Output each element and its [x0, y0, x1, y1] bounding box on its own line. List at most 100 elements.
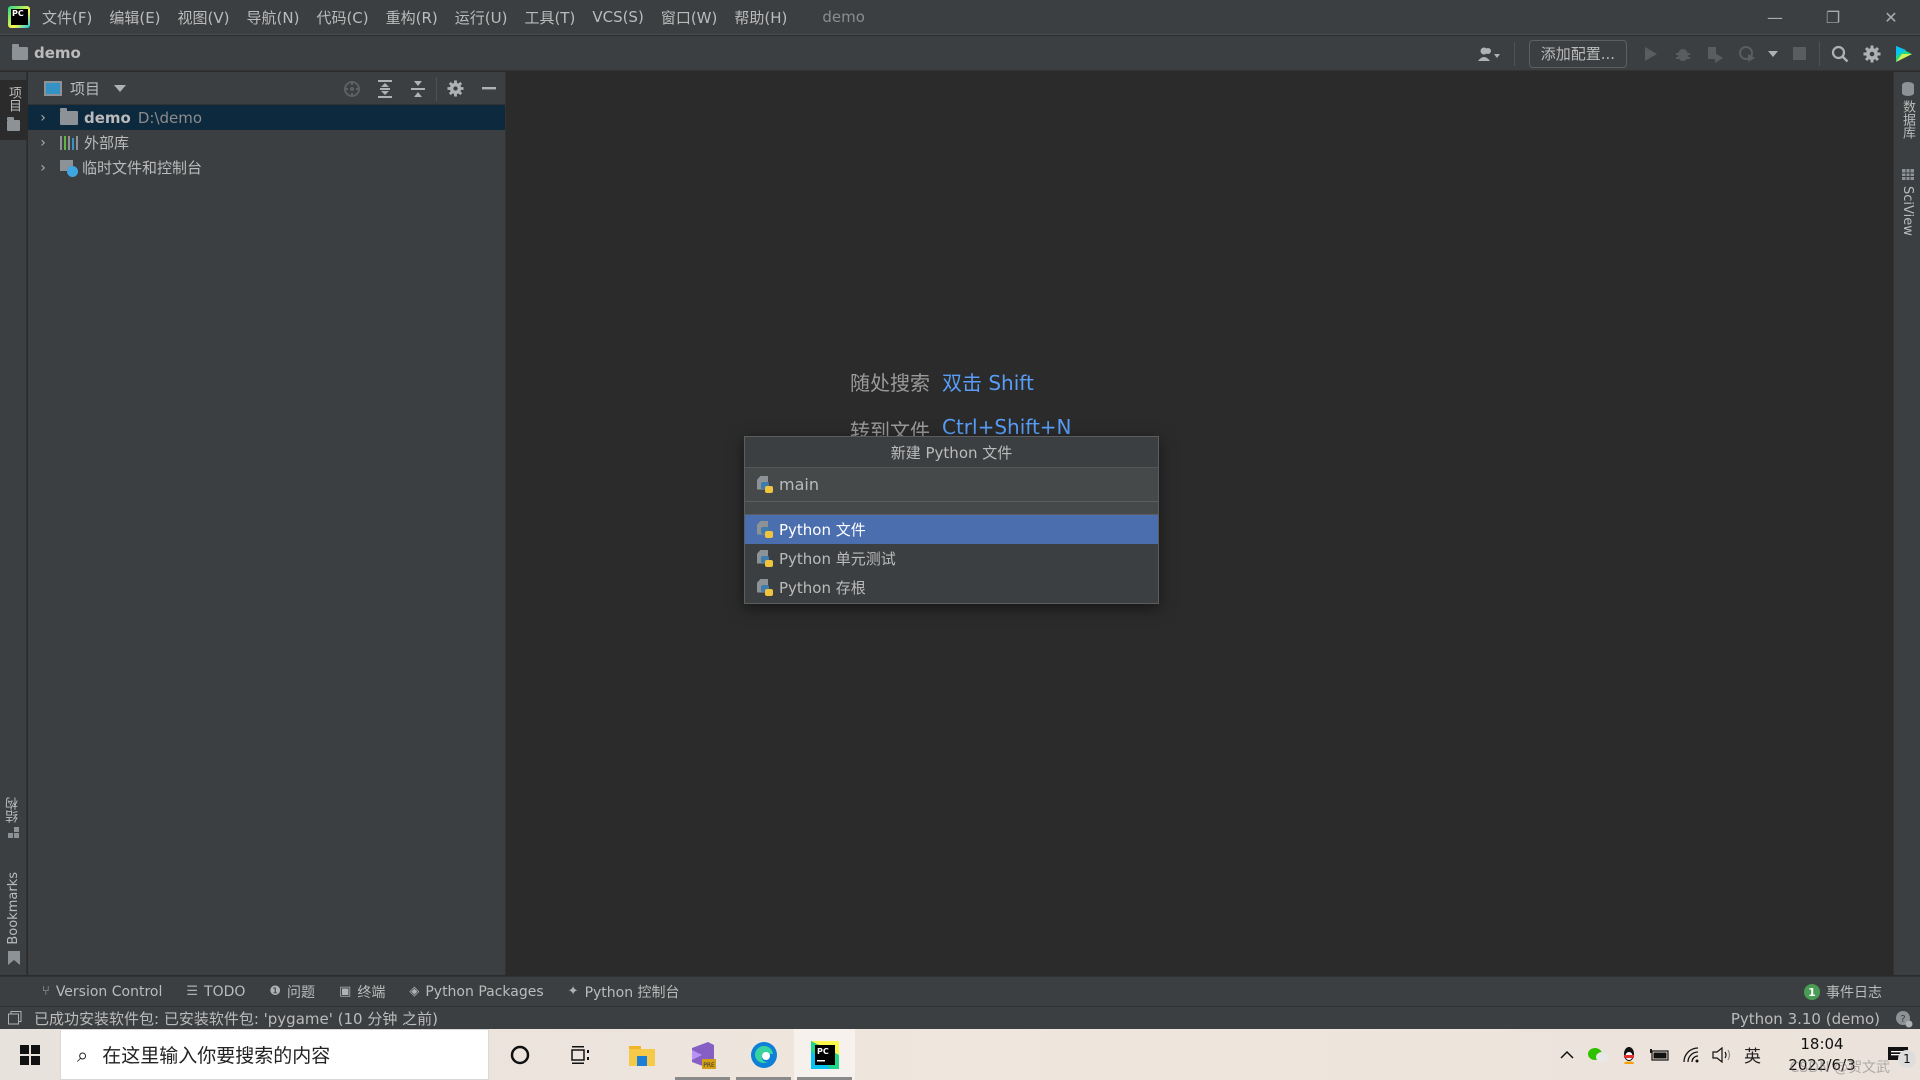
- debug-icon[interactable]: [1667, 36, 1699, 71]
- stop-icon[interactable]: [1783, 36, 1815, 71]
- hint-shortcut: 双击 Shift: [942, 371, 1034, 395]
- more-run-chevron-icon[interactable]: [1763, 36, 1783, 71]
- event-log-label: 事件日志: [1826, 985, 1882, 1001]
- hide-panel-icon[interactable]: [472, 72, 505, 105]
- title-bar: 文件(F) 编辑(E) 视图(V) 导航(N) 代码(C) 重构(R) 运行(U…: [0, 0, 1920, 35]
- tool-tab-database[interactable]: 数据库: [1894, 82, 1920, 152]
- taskbar-edge[interactable]: [733, 1029, 794, 1080]
- breadcrumb[interactable]: demo: [12, 43, 81, 62]
- tool-label: Python Packages: [425, 983, 544, 1000]
- toggle-tool-windows-icon[interactable]: [8, 1011, 22, 1025]
- python-file-icon: [757, 549, 773, 568]
- menu-code[interactable]: 代码(C): [316, 7, 368, 28]
- battery-icon[interactable]: [1644, 1048, 1675, 1061]
- option-python-unit-test[interactable]: Python 单元测试: [745, 544, 1158, 573]
- menu-edit[interactable]: 编辑(E): [109, 7, 160, 28]
- tool-label: 终端: [357, 984, 386, 1001]
- taskbar-search-box[interactable]: ⌕ 在这里输入你要搜索的内容: [60, 1029, 489, 1080]
- new-python-file-dialog: 新建 Python 文件 main Python 文件 Python 单元测试 …: [744, 436, 1159, 604]
- pycharm-icon: PC: [810, 1040, 839, 1069]
- wechat-icon[interactable]: [1582, 1047, 1613, 1063]
- tool-tab-sciview[interactable]: SciView: [1894, 169, 1920, 249]
- tool-python-packages[interactable]: ◈ Python Packages: [409, 984, 543, 1000]
- taskbar-search-placeholder: 在这里输入你要搜索的内容: [102, 1045, 331, 1067]
- wifi-icon[interactable]: [1675, 1046, 1706, 1063]
- project-panel: 项目 › demo D:\demo › 外部库 › 临时文件和控制台: [28, 72, 506, 975]
- vcs-branch-icon: ⑂: [42, 984, 50, 999]
- task-view-button[interactable]: [550, 1029, 611, 1080]
- option-python-stub[interactable]: Python 存根: [745, 573, 1158, 602]
- taskbar-pycharm[interactable]: PC: [794, 1029, 855, 1080]
- taskbar-file-explorer[interactable]: [611, 1029, 672, 1080]
- menu-refactor[interactable]: 重构(R): [386, 7, 438, 28]
- tool-todo[interactable]: ☰ TODO: [186, 984, 245, 1000]
- tool-tab-project[interactable]: 项目: [0, 80, 27, 140]
- menu-file[interactable]: 文件(F): [42, 7, 92, 28]
- search-icon[interactable]: [1824, 36, 1856, 71]
- user-icon[interactable]: [1470, 36, 1510, 71]
- profile-icon[interactable]: [1731, 36, 1763, 71]
- locate-icon[interactable]: [335, 72, 368, 105]
- tree-row-scratches[interactable]: › 临时文件和控制台: [28, 155, 505, 180]
- menu-run[interactable]: 运行(U): [455, 7, 508, 28]
- chevron-right-icon[interactable]: ›: [36, 135, 50, 151]
- menu-navigate[interactable]: 导航(N): [247, 7, 300, 28]
- tool-python-console[interactable]: ✦ Python 控制台: [568, 982, 680, 1002]
- list-icon: ☰: [186, 984, 199, 999]
- minimize-button[interactable]: —: [1746, 0, 1804, 35]
- close-button[interactable]: ✕: [1862, 0, 1920, 35]
- menu-vcs[interactable]: VCS(S): [592, 8, 643, 26]
- notification-count-badge: 1: [1898, 1049, 1916, 1068]
- start-button[interactable]: [0, 1029, 60, 1080]
- tool-problems[interactable]: ❶ 问题: [269, 982, 315, 1002]
- library-icon: [60, 135, 78, 150]
- tree-row-external-libraries[interactable]: › 外部库: [28, 130, 505, 155]
- collapse-all-icon[interactable]: [401, 72, 434, 105]
- volume-icon[interactable]: [1706, 1046, 1737, 1063]
- expand-all-icon[interactable]: [368, 72, 401, 105]
- run-icon[interactable]: [1635, 36, 1667, 71]
- file-name-value[interactable]: main: [779, 475, 819, 494]
- settings-icon[interactable]: [1856, 36, 1888, 71]
- restore-button[interactable]: ❐: [1804, 0, 1862, 35]
- chevron-right-icon[interactable]: ›: [36, 160, 50, 176]
- qq-icon[interactable]: [1613, 1046, 1644, 1064]
- chevron-right-icon[interactable]: ›: [36, 110, 50, 126]
- editor-area[interactable]: 随处搜索 双击 Shift 转到文件 Ctrl+Shift+N: [507, 72, 1893, 975]
- settings-icon[interactable]: [439, 72, 472, 105]
- interpreter-selector[interactable]: Python 3.10 (demo): [1731, 1010, 1880, 1028]
- tool-tab-structure[interactable]: 结构: [0, 797, 27, 857]
- menu-tools[interactable]: 工具(T): [524, 7, 575, 28]
- status-message[interactable]: 已成功安装软件包: 已安装软件包: 'pygame' (10 分钟 之前): [34, 1008, 438, 1029]
- tool-version-control[interactable]: ⑂ Version Control: [42, 984, 162, 1000]
- coverage-icon[interactable]: [1699, 36, 1731, 71]
- chevron-down-icon[interactable]: [114, 84, 127, 92]
- clock-time: 18:04: [1800, 1034, 1844, 1053]
- breadcrumb-project[interactable]: demo: [34, 44, 81, 62]
- file-name-input[interactable]: main: [745, 468, 1158, 502]
- tree-item-label: 外部库: [84, 134, 130, 152]
- tool-tab-sciview-label: SciView: [1900, 186, 1915, 236]
- visual-studio-icon: PRE: [691, 1041, 716, 1069]
- menu-help[interactable]: 帮助(H): [734, 7, 787, 28]
- add-configuration-button[interactable]: 添加配置...: [1528, 39, 1627, 68]
- menu-view[interactable]: 视图(V): [178, 7, 230, 28]
- structure-icon: [7, 827, 19, 838]
- tool-tab-bookmarks[interactable]: Bookmarks: [0, 872, 27, 972]
- taskbar-visual-studio-preview[interactable]: PRE: [672, 1029, 733, 1080]
- tree-row-demo[interactable]: › demo D:\demo: [28, 105, 505, 130]
- python-file-icon: [757, 578, 773, 597]
- tool-label: TODO: [204, 983, 246, 1000]
- inspection-icon[interactable]: ?: [1894, 1010, 1914, 1028]
- menu-window[interactable]: 窗口(W): [661, 7, 718, 28]
- cortana-button[interactable]: [489, 1029, 550, 1080]
- tool-terminal[interactable]: ▣ 终端: [339, 982, 385, 1002]
- warning-icon: ❶: [269, 984, 282, 999]
- task-view-icon: [570, 1045, 589, 1064]
- event-log-button[interactable]: 1 事件日志: [1804, 977, 1882, 1007]
- option-python-file[interactable]: Python 文件: [745, 515, 1158, 544]
- show-hidden-icons-icon[interactable]: [1551, 1050, 1582, 1059]
- toolbox-icon[interactable]: [1888, 36, 1920, 71]
- ime-indicator[interactable]: 英: [1737, 1042, 1768, 1067]
- project-view-label[interactable]: 项目: [70, 78, 100, 99]
